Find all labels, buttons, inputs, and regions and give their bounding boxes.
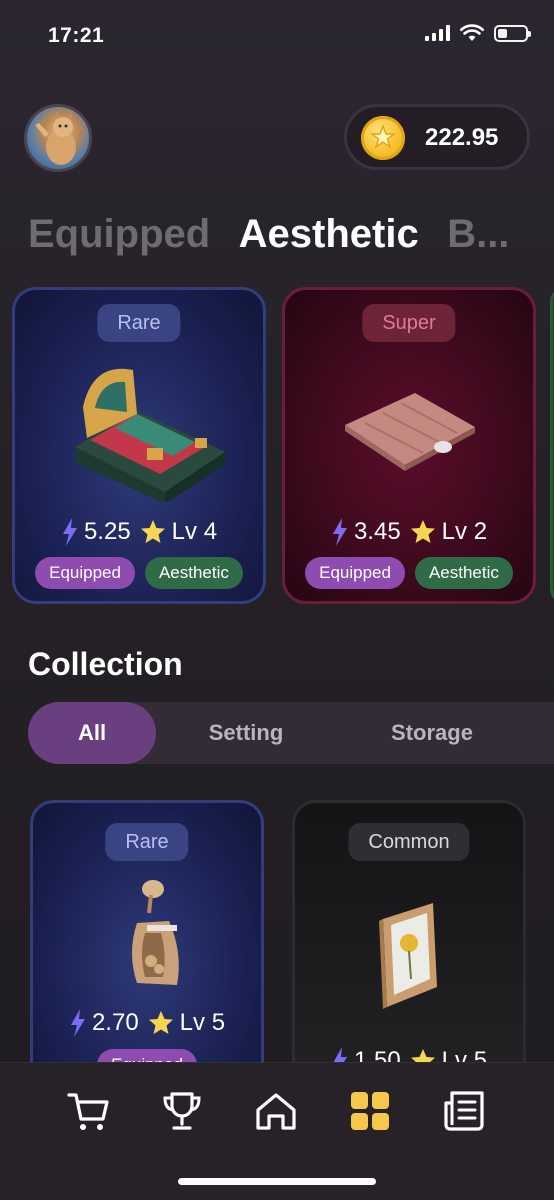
- cellular-signal-icon: [425, 25, 450, 41]
- trophy-icon[interactable]: [160, 1089, 204, 1133]
- star-icon: [140, 520, 165, 543]
- energy-value: 2.70: [91, 1009, 139, 1036]
- status-bar: 17:21: [0, 0, 554, 70]
- battery-icon: [494, 24, 531, 42]
- collection-card-lamp[interactable]: Rare 2.70 Lv 5 Equipped: [30, 800, 264, 1100]
- equipped-tag: Equipped: [35, 557, 135, 589]
- status-icons: [425, 24, 531, 42]
- rarity-badge: Common: [348, 823, 470, 861]
- coin-amount: 222.95: [425, 124, 499, 151]
- item-stats: 2.70 Lv 5: [33, 1009, 261, 1037]
- rarity-badge: Super: [362, 304, 456, 342]
- item-stats: 5.25 Lv 4: [15, 518, 263, 546]
- wifi-icon: [460, 24, 484, 41]
- rarity-badge: Rare: [105, 823, 189, 861]
- item-card-bed[interactable]: Rare 5.25 Lv 4 Equipped Aesthetic: [12, 287, 266, 604]
- home-icon[interactable]: [254, 1089, 298, 1133]
- cart-icon[interactable]: [66, 1089, 110, 1133]
- item-tags: Equipped Aesthetic: [15, 557, 263, 589]
- filter-setting[interactable]: Setting: [168, 702, 324, 764]
- filter-all[interactable]: All: [28, 702, 156, 764]
- tab-truncated[interactable]: B...: [447, 212, 509, 257]
- collection-title: Collection: [28, 646, 183, 682]
- news-icon[interactable]: [442, 1089, 486, 1133]
- coin-balance[interactable]: 222.95: [344, 104, 530, 170]
- energy-bolt-icon: [70, 1009, 85, 1037]
- energy-bolt-icon: [332, 518, 347, 546]
- cat-avatar-image: [35, 111, 76, 165]
- rarity-badge: Rare: [97, 304, 181, 342]
- home-indicator[interactable]: [178, 1178, 376, 1185]
- level-value: Lv 4: [171, 518, 218, 545]
- equipped-tag: Equipped: [305, 557, 405, 589]
- level-value: Lv 5: [179, 1009, 226, 1036]
- bed-item-image: [75, 368, 225, 502]
- rug-item-image: [345, 393, 475, 471]
- avatar[interactable]: [24, 104, 92, 172]
- tab-aesthetic[interactable]: Aesthetic: [239, 212, 419, 257]
- level-value: Lv 2: [441, 518, 488, 545]
- collection-card-frame[interactable]: Common 1.50 Lv 5: [292, 800, 526, 1100]
- lamp-item-image: [132, 880, 179, 985]
- star-icon: [410, 520, 435, 543]
- collection-filter: All Setting Storage: [28, 702, 554, 764]
- status-time: 17:21: [48, 24, 105, 47]
- star-icon: [148, 1011, 173, 1034]
- category-tabs: Equipped Aesthetic B...: [28, 212, 554, 268]
- item-tags: Equipped Aesthetic: [285, 557, 533, 589]
- aesthetic-tag: Aesthetic: [144, 557, 243, 589]
- picture-frame-item-image: [379, 903, 437, 1009]
- coin-icon: [361, 116, 405, 160]
- energy-bolt-icon: [62, 518, 77, 546]
- energy-value: 3.45: [353, 518, 401, 545]
- energy-value: 5.25: [83, 518, 131, 545]
- aesthetic-tag: Aesthetic: [414, 557, 513, 589]
- filter-storage[interactable]: Storage: [354, 702, 510, 764]
- item-card-rug[interactable]: Super 3.45 Lv 2 Equipped Aesthetic: [282, 287, 536, 604]
- tab-equipped[interactable]: Equipped: [28, 212, 210, 257]
- item-card-partial[interactable]: [550, 287, 554, 604]
- item-stats: 3.45 Lv 2: [285, 518, 533, 546]
- grid-icon[interactable]: [348, 1089, 392, 1133]
